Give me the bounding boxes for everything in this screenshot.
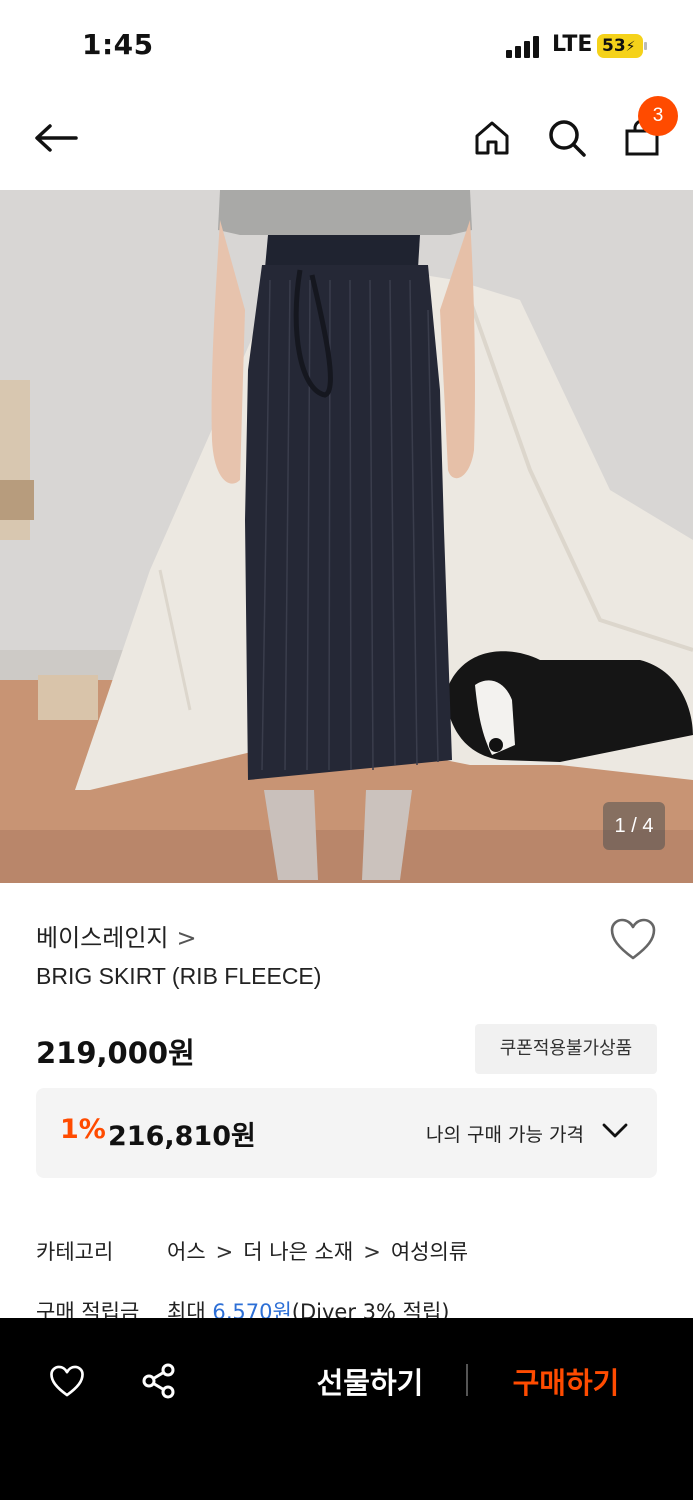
category-link[interactable]: 더 나은 소재 (243, 1240, 353, 1264)
discount-price-box[interactable]: 1% 216,810원 나의 구매 가능 가격 (36, 1088, 657, 1178)
search-icon (549, 120, 586, 157)
status-bar: 1:45 LTE 53⚡ (0, 0, 693, 90)
coupon-status-badge: 쿠폰적용불가상품 (475, 1024, 657, 1074)
heart-icon (610, 918, 656, 960)
battery-icon: 53⚡ (597, 34, 647, 58)
share-icon (142, 1363, 175, 1399)
product-image[interactable]: 1 / 4 (0, 190, 693, 883)
battery-level: 53 (602, 36, 626, 56)
discount-price: 216,810원 (108, 1121, 256, 1152)
network-label: LTE (552, 32, 593, 57)
product-photo (0, 190, 693, 883)
gift-button[interactable]: 선물하기 (300, 1360, 440, 1402)
chevron-down-icon (602, 1123, 628, 1138)
discount-rate: 1% (60, 1114, 106, 1145)
category-breadcrumb: 어스 > 더 나은 소재 > 여성의류 (167, 1236, 468, 1266)
back-arrow-icon (35, 124, 78, 152)
signal-icon (506, 36, 544, 58)
divider (466, 1364, 468, 1396)
chevron-right-icon: > (215, 1240, 234, 1264)
search-button[interactable] (539, 110, 595, 166)
top-nav (0, 90, 693, 190)
category-link[interactable]: 여성의류 (391, 1240, 468, 1264)
bottom-action-bar: 선물하기 구매하기 (0, 1318, 693, 1500)
my-price-label: 나의 구매 가능 가격 (426, 1124, 584, 1146)
product-name: BRIG SKIRT (RIB FLEECE) (36, 963, 322, 989)
status-time: 1:45 (82, 28, 154, 61)
category-link[interactable]: 어스 (167, 1240, 206, 1264)
image-counter: 1 / 4 (603, 802, 665, 850)
back-button[interactable] (28, 110, 84, 166)
share-button[interactable] (134, 1356, 184, 1406)
brand-link[interactable]: 베이스레인지 > (36, 918, 197, 953)
home-button[interactable] (464, 110, 520, 166)
chevron-right-icon: > (176, 924, 197, 952)
brand-name: 베이스레인지 (36, 924, 169, 952)
chevron-right-icon: > (363, 1240, 381, 1264)
buy-button[interactable]: 구매하기 (496, 1360, 636, 1402)
wishlist-button[interactable] (608, 916, 658, 962)
home-icon (475, 121, 509, 155)
bottom-wishlist-button[interactable] (42, 1356, 92, 1406)
category-label: 카테고리 (36, 1240, 114, 1264)
cart-count-badge: 3 (638, 96, 678, 136)
heart-icon (50, 1365, 84, 1397)
product-price: 219,000원 (36, 1036, 195, 1070)
